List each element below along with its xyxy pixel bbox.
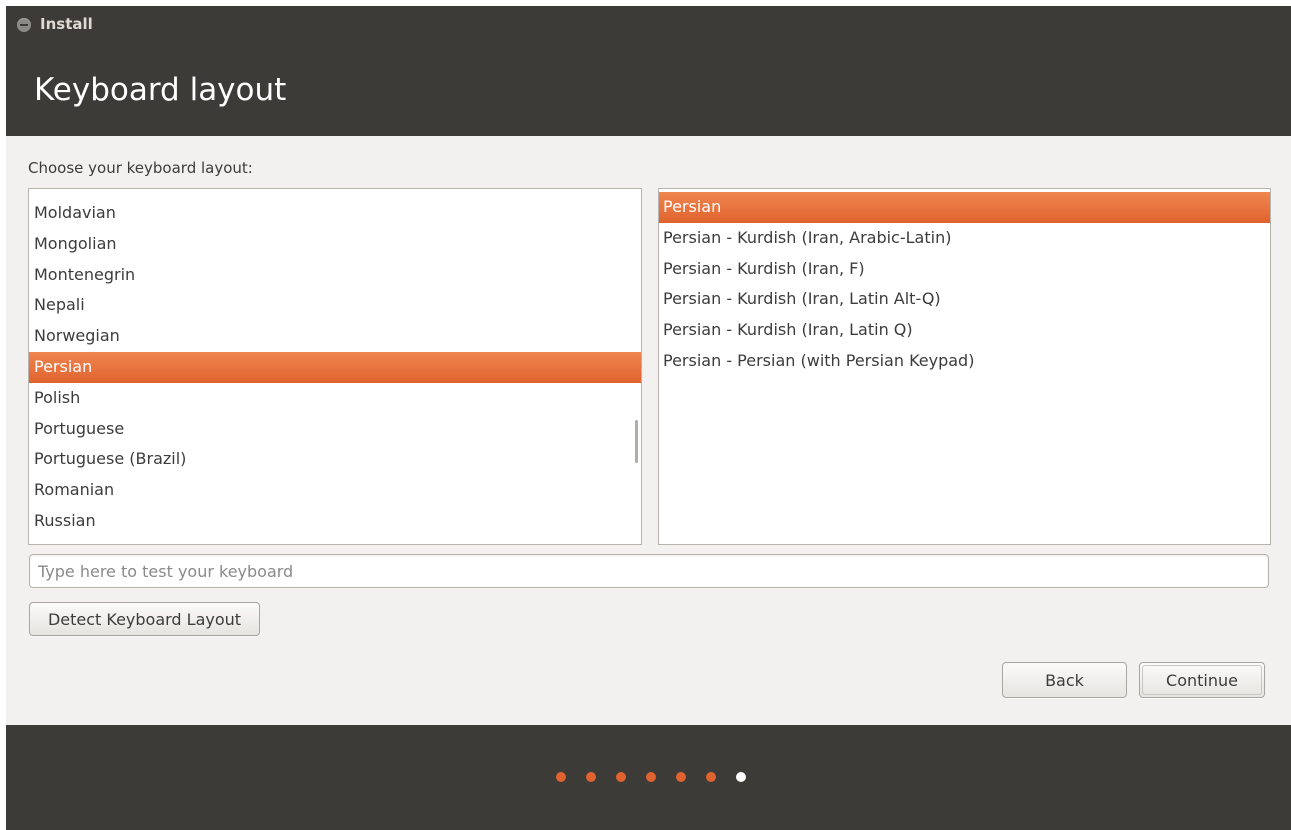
variant-list-item[interactable]: Persian xyxy=(659,192,1270,223)
continue-button[interactable]: Continue xyxy=(1139,662,1265,698)
back-button[interactable]: Back xyxy=(1002,662,1127,698)
layout-list-scrollbar[interactable] xyxy=(635,420,638,463)
progress-bar-area xyxy=(6,725,1291,830)
back-button-label: Back xyxy=(1045,671,1084,690)
layout-list-item[interactable]: Russian xyxy=(29,506,641,537)
variant-list-item[interactable]: Persian - Kurdish (Iran, Arabic-Latin) xyxy=(659,223,1270,254)
installer-window: Install Keyboard layout Choose your keyb… xyxy=(6,6,1291,830)
detect-keyboard-layout-button[interactable]: Detect Keyboard Layout xyxy=(29,602,260,636)
keyboard-test-input[interactable] xyxy=(29,554,1269,588)
progress-dot xyxy=(676,772,686,782)
progress-dot xyxy=(586,772,596,782)
layout-list-item[interactable]: Moldavian xyxy=(29,198,641,229)
layout-list-item[interactable]: Nepali xyxy=(29,290,641,321)
layout-list-item[interactable]: Persian xyxy=(29,351,641,383)
layout-list-item[interactable]: Montenegrin xyxy=(29,260,641,291)
close-icon[interactable] xyxy=(17,18,31,32)
window-title: Install xyxy=(40,15,93,33)
progress-dot xyxy=(616,772,626,782)
layout-prompt: Choose your keyboard layout: xyxy=(28,159,253,177)
variant-list-item[interactable]: Persian - Kurdish (Iran, F) xyxy=(659,254,1270,285)
layout-list-item[interactable]: Romanian xyxy=(29,475,641,506)
layout-list-item[interactable]: Norwegian xyxy=(29,321,641,352)
variant-list-item[interactable]: Persian - Kurdish (Iran, Latin Q) xyxy=(659,315,1270,346)
page-title: Keyboard layout xyxy=(34,72,287,108)
progress-dot xyxy=(646,772,656,782)
continue-button-label: Continue xyxy=(1166,671,1238,690)
title-bar: Install Keyboard layout xyxy=(6,6,1291,136)
variant-list[interactable]: Persian Persian - Kurdish (Iran, Arabic-L… xyxy=(658,188,1271,545)
progress-dot xyxy=(736,772,746,782)
variant-list-item[interactable]: Persian - Kurdish (Iran, Latin Alt-Q) xyxy=(659,284,1270,315)
layout-list[interactable]: Moldavian Mongolian Montenegrin Nepali Norwe… xyxy=(28,188,642,545)
progress-dot xyxy=(556,772,566,782)
layout-list-item[interactable]: Portuguese (Brazil) xyxy=(29,444,641,475)
progress-dot xyxy=(706,772,716,782)
layout-list-item[interactable]: Polish xyxy=(29,383,641,414)
detect-button-label: Detect Keyboard Layout xyxy=(47,610,242,629)
variant-list-item[interactable]: Persian - Persian (with Persian Keypad) xyxy=(659,346,1270,377)
layout-list-item[interactable]: Mongolian xyxy=(29,229,641,260)
layout-list-item[interactable]: Portuguese xyxy=(29,414,641,445)
